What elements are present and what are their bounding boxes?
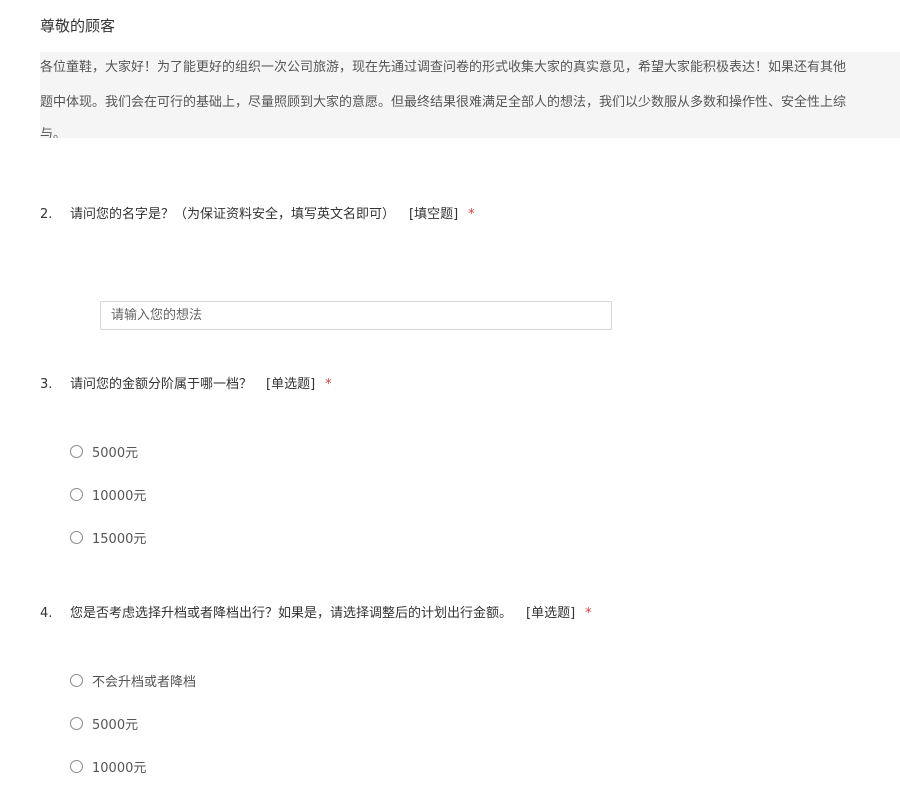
- required-mark: *: [325, 377, 332, 392]
- option-label: 不会升档或者降档: [92, 674, 197, 690]
- required-mark: *: [585, 606, 592, 621]
- question-number: 3.: [40, 377, 53, 392]
- question-number: 4.: [40, 606, 53, 621]
- radio-option[interactable]: 10000元: [70, 484, 146, 504]
- radio-circle-icon[interactable]: [70, 530, 83, 544]
- option-label: 10000元: [92, 488, 147, 504]
- intro-line: 各位童鞋，大家好！为了能更好的组织一次公司旅游，现在先通过调查问卷的形式收集大家…: [40, 60, 847, 75]
- question-type: [填空题]: [409, 207, 459, 222]
- question-text: 请问您的名字是？（为保证资料安全，填写英文名即可）: [70, 207, 396, 222]
- radio-option[interactable]: 5000元: [70, 713, 138, 733]
- greeting-title: 尊敬的顾客: [40, 17, 116, 35]
- option-label: 10000元: [92, 760, 147, 776]
- radio-circle-icon[interactable]: [70, 444, 83, 458]
- radio-circle-icon[interactable]: [70, 759, 83, 773]
- question-text: 请问您的金额分阶属于哪一档？: [70, 377, 253, 392]
- name-input[interactable]: [100, 301, 612, 330]
- intro-panel: 各位童鞋，大家好！为了能更好的组织一次公司旅游，现在先通过调查问卷的形式收集大家…: [40, 52, 900, 138]
- question-type: [单选题]: [266, 377, 316, 392]
- radio-option[interactable]: 不会升档或者降档: [70, 670, 196, 690]
- radio-option[interactable]: 15000元: [70, 527, 146, 547]
- radio-option[interactable]: 5000元: [70, 441, 138, 461]
- question-4-title: 4. 您是否考虑选择升档或者降档出行？如果是，请选择调整后的计划出行金额。 [单选题…: [40, 602, 592, 621]
- question-number: 2.: [40, 207, 53, 222]
- question-type: [单选题]: [526, 606, 576, 621]
- question-text: 您是否考虑选择升档或者降档出行？如果是，请选择调整后的计划出行金额。: [70, 606, 513, 621]
- radio-option[interactable]: 10000元: [70, 756, 146, 776]
- radio-circle-icon[interactable]: [70, 673, 83, 687]
- option-label: 5000元: [92, 445, 139, 461]
- radio-circle-icon[interactable]: [70, 716, 83, 730]
- question-3-title: 3. 请问您的金额分阶属于哪一档？ [单选题] *: [40, 373, 332, 392]
- option-label: 15000元: [92, 531, 147, 547]
- radio-circle-icon[interactable]: [70, 487, 83, 501]
- intro-line: 与。: [40, 127, 67, 138]
- intro-line: 题中体现。我们会在可行的基础上，尽量照顾到大家的意愿。但最终结果很难满足全部人的…: [40, 95, 847, 110]
- required-mark: *: [468, 207, 475, 222]
- option-label: 5000元: [92, 717, 139, 733]
- question-2-title: 2. 请问您的名字是？（为保证资料安全，填写英文名即可） [填空题] *: [40, 203, 475, 222]
